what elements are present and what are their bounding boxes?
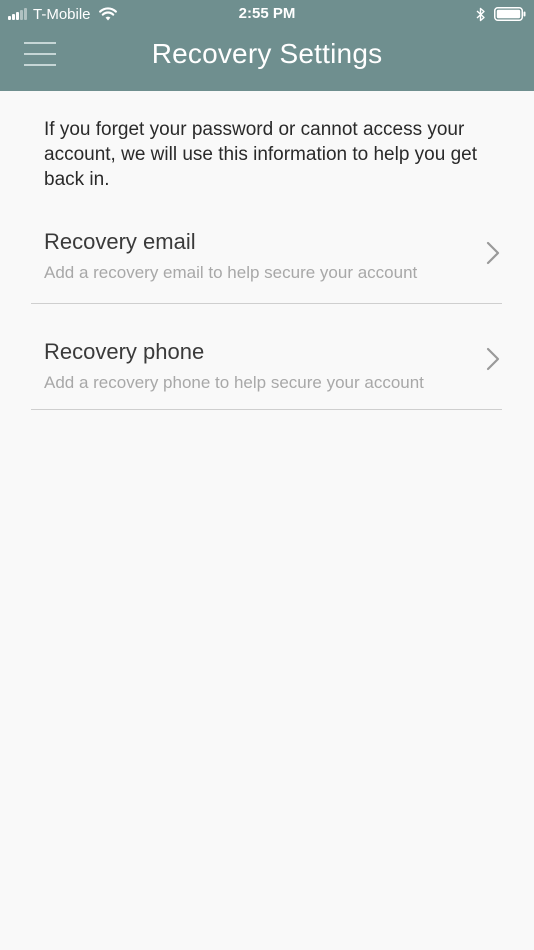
bluetooth-icon: [476, 7, 485, 21]
recovery-email-title: Recovery email: [44, 229, 196, 254]
intro-text: If you forget your password or cannot ac…: [44, 119, 478, 190]
app-header: T-Mobile 2:55 PM Recovery Settings: [0, 0, 534, 91]
chevron-right-icon: [486, 347, 500, 371]
battery-icon: [494, 7, 526, 21]
recovery-email-subtitle: Add a recovery email to help secure your…: [44, 263, 418, 282]
status-right: [476, 4, 526, 24]
recovery-phone-row[interactable]: Recovery phone Add a recovery phone to h…: [31, 311, 502, 410]
chevron-right-icon: [486, 241, 500, 265]
status-bar: T-Mobile 2:55 PM: [0, 0, 534, 28]
recovery-phone-subtitle: Add a recovery phone to help secure your…: [44, 373, 424, 392]
page-title: Recovery Settings: [151, 38, 383, 69]
recovery-email-row[interactable]: Recovery email Add a recovery email to h…: [31, 205, 502, 304]
recovery-phone-title: Recovery phone: [44, 339, 205, 364]
status-time: 2:55 PM: [238, 5, 296, 22]
